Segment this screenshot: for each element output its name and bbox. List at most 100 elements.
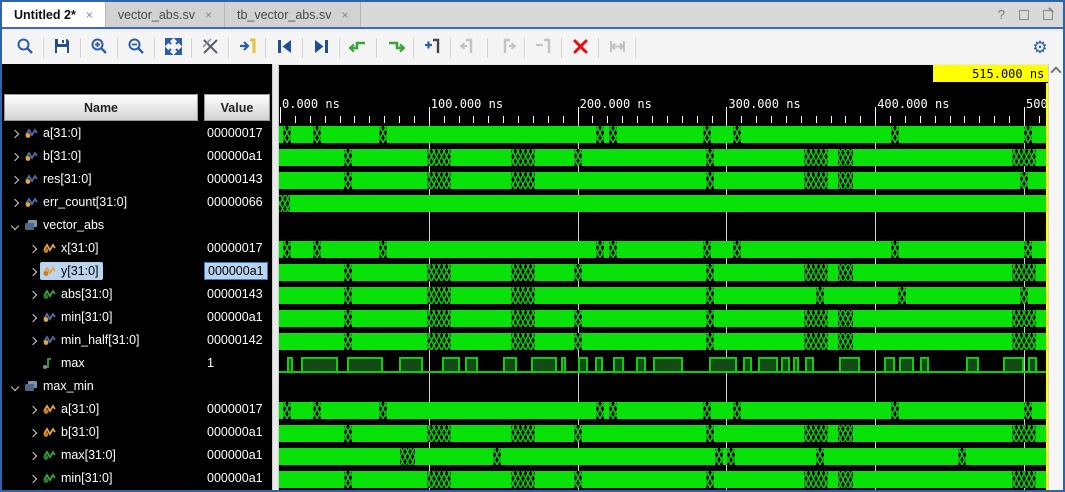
wave-row-min_half310[interactable]: [279, 330, 1048, 353]
find-button[interactable]: [10, 35, 40, 61]
axis-minor-tick: [503, 116, 504, 123]
transition-x-region: [427, 264, 451, 281]
tab-close-icon[interactable]: ×: [203, 8, 214, 22]
name-column-header[interactable]: Name: [4, 94, 198, 121]
chevron-right-icon[interactable]: [8, 195, 22, 209]
wave-row-abs310[interactable]: [279, 284, 1048, 307]
axis-minor-tick: [890, 116, 891, 123]
chevron-right-icon[interactable]: [26, 425, 40, 439]
signal-row-y310[interactable]: y[31:0]000000a1: [2, 259, 272, 282]
transition-x-region: [733, 402, 741, 419]
signal-row-abs310[interactable]: abs[31:0]00000143: [2, 282, 272, 305]
float-icon[interactable]: [1043, 10, 1053, 20]
zoom-to-cursor-button[interactable]: [195, 35, 225, 61]
zoom-out-button[interactable]: [121, 35, 151, 61]
wave-row-a310[interactable]: [279, 123, 1048, 146]
transition-x-region: [344, 287, 352, 304]
transition-x-region: [1012, 264, 1036, 281]
wave-row-y310[interactable]: [279, 261, 1048, 284]
tab-close-icon[interactable]: ×: [84, 8, 95, 22]
transition-x-region: [1012, 149, 1036, 166]
signal-row-max310[interactable]: max[31:0]000000a1: [2, 443, 272, 466]
axis-minor-tick: [652, 116, 653, 123]
wave-row-b310[interactable]: [279, 422, 1048, 445]
axis-minor-tick: [622, 116, 623, 123]
chevron-right-icon[interactable]: [26, 402, 40, 416]
scroll-up-icon[interactable]: [1050, 66, 1061, 77]
chevron-right-icon[interactable]: [8, 126, 22, 140]
wave-panel[interactable]: 0.000 ns100.000 ns200.000 ns300.000 ns40…: [279, 64, 1048, 490]
wave-row-b310[interactable]: [279, 146, 1048, 169]
signal-row-res310[interactable]: res[31:0]00000143: [2, 167, 272, 190]
tab-untitled-2-[interactable]: Untitled 2*×: [2, 2, 106, 27]
wave-row-res310[interactable]: [279, 169, 1048, 192]
wave-row-a310[interactable]: [279, 399, 1048, 422]
chevron-right-icon[interactable]: [26, 287, 40, 301]
signal-row-b310[interactable]: b[31:0]000000a1: [2, 420, 272, 443]
go-to-cursor-button[interactable]: [232, 35, 262, 61]
vertical-scrollbar[interactable]: [1048, 64, 1063, 490]
signal-row-min310[interactable]: min[31:0]000000a1: [2, 466, 272, 489]
add-marker-button[interactable]: [417, 35, 447, 61]
axis-minor-tick: [831, 116, 832, 123]
go-to-time-zero-button[interactable]: [269, 35, 299, 61]
save-icon: [53, 37, 71, 58]
axis-minor-tick: [429, 116, 430, 123]
swap-icon: [608, 37, 627, 59]
tab-tb-vector-abs-sv[interactable]: tb_vector_abs.sv ×: [225, 2, 362, 27]
tab-vector-abs-sv[interactable]: vector_abs.sv×: [106, 2, 225, 27]
signal-row-a310[interactable]: a[31:0]00000017: [2, 397, 272, 420]
value-column-header[interactable]: Value: [204, 94, 270, 121]
axis-minor-tick: [667, 116, 668, 123]
chevron-right-icon[interactable]: [26, 448, 40, 462]
wave-row-max_min[interactable]: [279, 376, 1048, 399]
axis-minor-tick: [518, 116, 519, 123]
help-icon[interactable]: ?: [998, 8, 1005, 21]
bit-icon: [42, 357, 57, 369]
signal-row-b310[interactable]: b[31:0]000000a1: [2, 144, 272, 167]
save-wave-config-button[interactable]: [47, 35, 77, 61]
chevron-right-icon[interactable]: [26, 471, 40, 485]
wave-row-vector_abs[interactable]: [279, 215, 1048, 238]
previous-transition-button[interactable]: [343, 35, 373, 61]
zoom-in-button[interactable]: [84, 35, 114, 61]
signal-row-min_half310[interactable]: min_half[31:0]00000142: [2, 328, 272, 351]
chevron-down-icon[interactable]: [8, 379, 22, 393]
settings-button[interactable]: ⚙: [1025, 35, 1055, 61]
chevron-right-icon[interactable]: [8, 172, 22, 186]
transition-x-region: [344, 471, 352, 488]
signal-row-min310[interactable]: min[31:0]000000a1: [2, 305, 272, 328]
bus-blue-icon: [24, 150, 39, 162]
chevron-right-icon[interactable]: [26, 241, 40, 255]
signal-row-err_count310[interactable]: err_count[31:0]00000066: [2, 190, 272, 213]
signal-row-max[interactable]: max1: [2, 351, 272, 374]
delete-button[interactable]: [565, 35, 595, 61]
panel-splitter[interactable]: [272, 64, 279, 490]
transition-x-region: [574, 471, 582, 488]
zoom-fit-button[interactable]: [158, 35, 188, 61]
maximize-icon[interactable]: [1019, 10, 1029, 20]
bus-waveform: [279, 264, 1048, 281]
axis-minor-tick: [875, 116, 876, 123]
chevron-right-icon[interactable]: [26, 310, 40, 324]
signal-row-a310[interactable]: a[31:0]00000017: [2, 121, 272, 144]
tab-close-icon[interactable]: ×: [339, 8, 350, 22]
tab-label: tb_vector_abs.sv: [237, 8, 332, 22]
chevron-right-icon[interactable]: [8, 149, 22, 163]
wave-row-err_count310[interactable]: [279, 192, 1048, 215]
signal-row-max_min[interactable]: max_min: [2, 374, 272, 397]
wave-row-x310[interactable]: [279, 238, 1048, 261]
chevron-right-icon[interactable]: [26, 264, 40, 278]
chevron-right-icon[interactable]: [26, 333, 40, 347]
chevron-down-icon[interactable]: [8, 218, 22, 232]
wave-row-min310[interactable]: [279, 468, 1048, 490]
signal-row-x310[interactable]: x[31:0]00000017: [2, 236, 272, 259]
next-transition-button[interactable]: [380, 35, 410, 61]
wave-row-max[interactable]: [279, 353, 1048, 376]
wave-row-max310[interactable]: [279, 445, 1048, 468]
wave-row-min310[interactable]: [279, 307, 1048, 330]
axis-minor-tick: [607, 116, 608, 123]
go-to-time-end-button[interactable]: [306, 35, 336, 61]
signal-row-vector_abs[interactable]: vector_abs: [2, 213, 272, 236]
transition-x-region: [511, 264, 535, 281]
